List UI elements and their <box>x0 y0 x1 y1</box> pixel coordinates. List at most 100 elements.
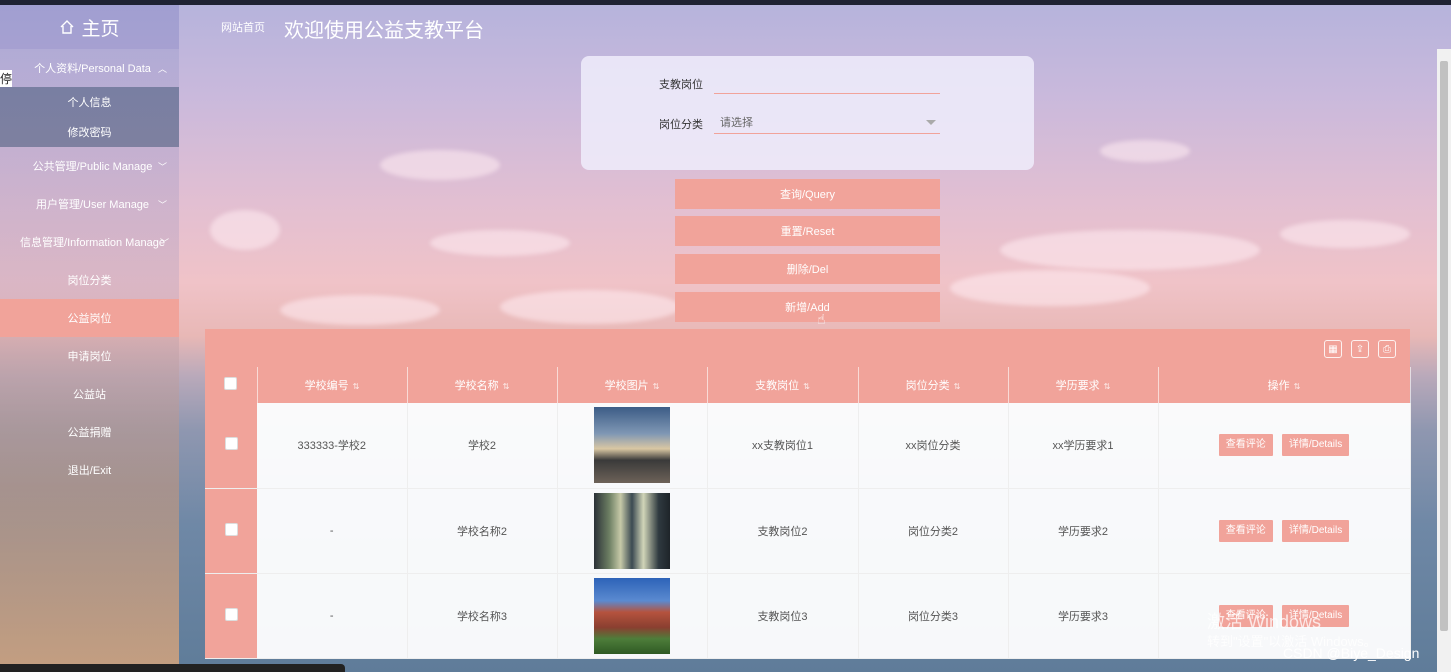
sidebar-group-personal-data[interactable]: 个人资料/Personal Data ︿ <box>0 49 179 87</box>
column-header-label: 学校图片 <box>604 380 649 392</box>
reset-button[interactable]: 重置/Reset <box>675 216 940 246</box>
side-glyph: 停 <box>0 70 13 87</box>
column-header-label: 岗位分类 <box>905 380 950 392</box>
school-image-cell <box>557 403 708 489</box>
table-row: - 学校名称2 支教岗位2 岗位分类2 学历要求2 查看评论 详情/Detail… <box>205 488 1411 574</box>
row-select-cell <box>205 573 257 659</box>
school-name-cell: 学校名称2 <box>407 488 558 574</box>
category-select-value: 请选择 <box>720 117 753 129</box>
add-button[interactable]: 新增/Add <box>675 292 940 322</box>
sort-icon: ⇅ <box>502 382 510 391</box>
position-cell: 支教岗位3 <box>707 573 859 659</box>
sidebar-item-apply-position[interactable]: 申请岗位 <box>0 337 179 375</box>
sidebar-item-charity-donation[interactable]: 公益捐赠 <box>0 413 179 451</box>
select-all-cell <box>205 367 258 403</box>
sidebar-item-label: 公益岗位 <box>67 313 112 325</box>
sidebar-group-user-manage[interactable]: 用户管理/User Manage ﹀ <box>0 185 179 223</box>
column-header-label: 学校名称 <box>454 380 499 392</box>
sort-icon: ⇅ <box>352 382 360 391</box>
position-label: 支教岗位 <box>659 79 703 91</box>
page-scrollbar[interactable] <box>1437 49 1451 672</box>
columns-toggle-icon[interactable]: ▦ <box>1324 340 1342 358</box>
school-image[interactable] <box>594 492 670 569</box>
export-icon[interactable]: ⇪ <box>1351 340 1369 358</box>
select-all-checkbox[interactable] <box>224 377 238 390</box>
chevron-down-icon: ﹀ <box>159 237 169 248</box>
sort-icon: ⇅ <box>1103 382 1111 391</box>
column-header[interactable]: 学历要求 ⇅ <box>1008 367 1159 403</box>
sidebar-item-charity-station[interactable]: 公益站 <box>0 375 179 413</box>
column-header[interactable]: 支教岗位 ⇅ <box>707 367 859 403</box>
home-link[interactable]: 主页 <box>0 5 179 49</box>
delete-button[interactable]: 删除/Del <box>675 254 940 284</box>
row-select-cell <box>205 403 257 489</box>
sidebar-item-charity-position[interactable]: 公益岗位 <box>0 299 179 337</box>
school-name-cell: 学校2 <box>407 403 558 489</box>
school-no-cell: - <box>257 573 408 659</box>
sort-icon: ⇅ <box>953 382 961 391</box>
position-input[interactable] <box>714 72 940 94</box>
position-cell: 支教岗位2 <box>707 488 859 574</box>
browser-status-bar <box>0 664 345 672</box>
column-header-label: 学历要求 <box>1055 380 1100 392</box>
school-image-cell <box>557 488 708 574</box>
sidebar-item-position-category[interactable]: 岗位分类 <box>0 261 179 299</box>
home-label: 主页 <box>81 18 120 40</box>
chevron-down-icon: ﹀ <box>157 199 167 210</box>
education-cell: 学历要求3 <box>1008 573 1159 659</box>
chevron-down-icon: ﹀ <box>157 161 167 172</box>
sort-icon: ⇅ <box>1293 382 1301 391</box>
query-button[interactable]: 查询/Query <box>675 179 940 209</box>
category-select[interactable]: 请选择 <box>714 112 940 134</box>
column-header-label: 支教岗位 <box>755 380 800 392</box>
csdn-watermark: CSDN @Biye_Design <box>1283 645 1420 661</box>
sidebar-group-public-manage[interactable]: 公共管理/Public Manage ﹀ <box>0 147 179 185</box>
home-icon <box>59 19 75 35</box>
breadcrumb[interactable]: 网站首页 <box>221 19 265 35</box>
view-comments-button[interactable]: 查看评论 <box>1218 519 1273 542</box>
school-no-cell: - <box>257 488 408 574</box>
school-image[interactable] <box>594 577 670 654</box>
search-panel: 支教岗位 岗位分类 请选择 <box>581 56 1034 170</box>
print-icon[interactable]: ⎙ <box>1378 340 1396 358</box>
school-name-cell: 学校名称3 <box>407 573 558 659</box>
position-cell: xx支教岗位1 <box>707 403 859 489</box>
chevron-up-icon: ︿ <box>157 63 167 74</box>
sidebar-item-label: 申请岗位 <box>67 351 112 363</box>
school-image[interactable] <box>594 407 670 484</box>
sidebar-item-label: 修改密码 <box>67 127 112 139</box>
view-comments-button[interactable]: 查看评论 <box>1218 434 1273 457</box>
category-cell: 岗位分类3 <box>858 573 1009 659</box>
row-checkbox[interactable] <box>224 437 238 451</box>
details-button[interactable]: 详情/Details <box>1281 519 1350 542</box>
category-cell: xx岗位分类 <box>858 403 1009 489</box>
sidebar-item-change-password[interactable]: 修改密码 <box>0 117 179 147</box>
details-button[interactable]: 详情/Details <box>1281 434 1350 457</box>
education-cell: 学历要求2 <box>1008 488 1159 574</box>
top-header: 主页 网站首页 欢迎使用公益支教平台 <box>0 5 1451 49</box>
column-header[interactable]: 学校编号 ⇅ <box>257 367 408 403</box>
sidebar-item-exit[interactable]: 退出/Exit <box>0 451 179 489</box>
dropdown-arrow-icon <box>926 120 936 125</box>
table-row: 333333-学校2 学校2 xx支教岗位1 xx岗位分类 xx学历要求1 查看… <box>205 403 1411 489</box>
education-cell: xx学历要求1 <box>1008 403 1159 489</box>
sidebar-item-label: 岗位分类 <box>67 275 112 287</box>
column-header[interactable]: 学校图片 ⇅ <box>557 367 708 403</box>
sidebar: 个人资料/Personal Data ︿ 个人信息 修改密码 公共管理/Publ… <box>0 49 179 672</box>
table-header-row: 学校编号 ⇅ 学校名称 ⇅ 学校图片 ⇅ 支教岗位 ⇅ 岗位分类 ⇅ 学历要求 ⇅ 操作 ⇅ <box>205 367 1411 403</box>
scrollbar-thumb[interactable] <box>1440 61 1448 631</box>
sidebar-item-label: 退出/Exit <box>67 465 112 477</box>
column-header[interactable]: 学校名称 ⇅ <box>407 367 558 403</box>
row-checkbox[interactable] <box>224 522 238 536</box>
row-checkbox[interactable] <box>224 607 238 621</box>
column-header[interactable]: 岗位分类 ⇅ <box>858 367 1009 403</box>
sort-icon: ⇅ <box>652 382 660 391</box>
school-image-cell <box>557 573 708 659</box>
sidebar-item-profile[interactable]: 个人信息 <box>0 87 179 117</box>
column-header-label: 学校编号 <box>304 380 349 392</box>
sidebar-item-label: 个人资料/Personal Data <box>34 63 151 75</box>
category-label: 岗位分类 <box>659 119 703 131</box>
sidebar-group-information-manage[interactable]: 信息管理/Information Manage ﹀ <box>0 223 179 261</box>
sidebar-item-label: 信息管理/Information Manage <box>20 237 165 249</box>
category-cell: 岗位分类2 <box>858 488 1009 574</box>
